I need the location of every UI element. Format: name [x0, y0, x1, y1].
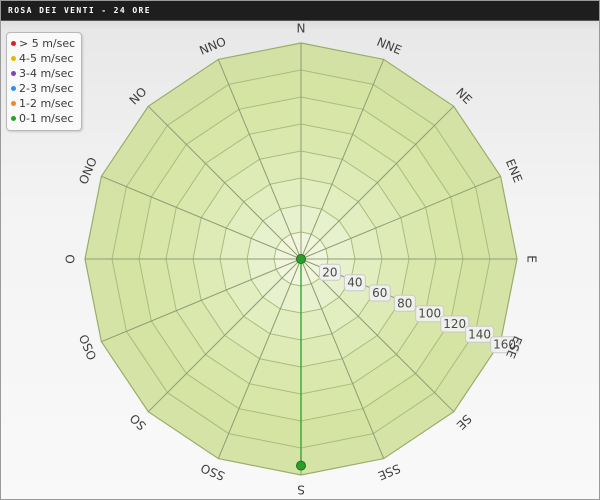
chart-window: ROSA DEI VENTI - 24 ORE 20 40 60 80 100 120 14… [0, 0, 600, 500]
direction-label: SSE [376, 461, 402, 483]
legend-item[interactable]: 0-1 m/sec [11, 111, 73, 125]
radial-tick-label: 20 [322, 265, 337, 279]
direction-label: SE [454, 412, 475, 433]
direction-label: SO [127, 411, 149, 433]
direction-label: ONO [76, 155, 100, 186]
legend-label: > 5 m/sec [19, 36, 76, 50]
direction-label: SSO [199, 461, 227, 483]
direction-label: O [64, 254, 78, 263]
direction-label: NO [127, 85, 150, 108]
legend-label: 0-1 m/sec [19, 111, 74, 125]
wind-rose-chart: 20406080100120140160 NNNENEENEEESESESSES… [64, 22, 539, 497]
radial-tick-label: 140 [468, 327, 491, 341]
legend-marker-icon [11, 85, 16, 91]
legend-marker-icon [11, 100, 16, 106]
legend-marker-icon [11, 40, 16, 46]
direction-label: N [297, 22, 306, 36]
legend-item[interactable]: 1-2 m/sec [11, 96, 73, 110]
legend-marker-icon [11, 70, 16, 76]
legend-label: 2-3 m/sec [19, 81, 74, 95]
radial-tick-label: 100 [418, 307, 441, 321]
legend-label: 4-5 m/sec [19, 51, 74, 65]
legend-item[interactable]: > 5 m/sec [11, 36, 75, 50]
direction-label: S [297, 483, 305, 497]
radial-tick-label: 80 [397, 296, 412, 310]
legend-label: 1-2 m/sec [19, 96, 74, 110]
legend-item[interactable]: 4-5 m/sec [11, 51, 73, 65]
legend-item[interactable]: 2-3 m/sec [11, 81, 73, 95]
direction-label: NNE [375, 35, 404, 58]
direction-label: ENE [503, 157, 525, 185]
legend-label: 3-4 m/sec [19, 66, 74, 80]
legend-item[interactable]: 3-4 m/sec [11, 66, 73, 80]
direction-label: OSO [76, 332, 99, 362]
direction-label: E [525, 255, 539, 263]
direction-label: NE [453, 85, 475, 107]
radial-tick-label: 120 [443, 317, 466, 331]
center-point [296, 254, 306, 264]
radial-tick-label: 60 [372, 286, 387, 300]
direction-label: NNO [197, 34, 228, 57]
legend-marker-icon [11, 115, 16, 121]
legend: > 5 m/sec 4-5 m/sec 3-4 m/sec 2-3 m/sec … [6, 32, 82, 131]
data-point [296, 460, 306, 471]
radial-tick-label: 40 [347, 276, 362, 290]
legend-marker-icon [11, 55, 16, 61]
